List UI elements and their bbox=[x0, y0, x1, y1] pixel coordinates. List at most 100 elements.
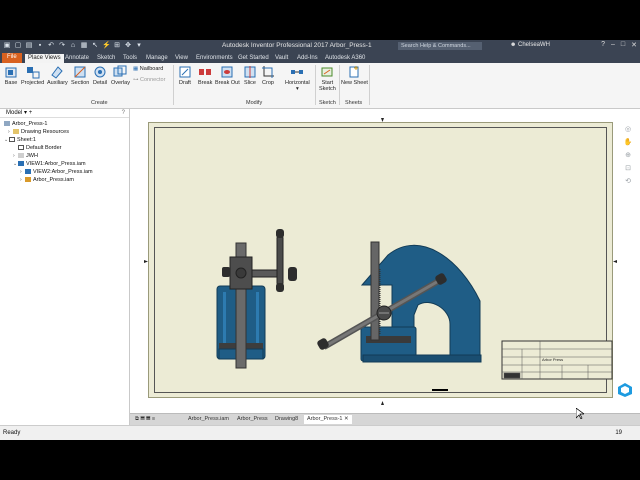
front-view[interactable] bbox=[316, 241, 482, 391]
crop-label: Crop bbox=[262, 80, 274, 86]
tree-item-assembly[interactable]: › Arbor_Press.iam bbox=[20, 177, 74, 184]
tree-item-drawing-resources[interactable]: › Drawing Resources bbox=[8, 129, 69, 136]
print-icon[interactable]: ▦ bbox=[80, 42, 88, 50]
tab-file[interactable]: File bbox=[2, 53, 22, 63]
user-account[interactable]: ☻ ChelseaWH bbox=[510, 42, 550, 48]
tree-item-label: Drawing Resources bbox=[21, 129, 69, 135]
search-commands-field[interactable]: Search Help & Commands... bbox=[398, 42, 482, 50]
slice-button[interactable]: Slice bbox=[243, 65, 257, 86]
maximize-icon[interactable]: □ bbox=[621, 41, 625, 49]
group-divider bbox=[369, 65, 370, 105]
tree-item-default-border[interactable]: Default Border bbox=[13, 145, 61, 152]
tab-annotate[interactable]: Annotate bbox=[62, 54, 92, 63]
a360-cloud-icon[interactable] bbox=[617, 382, 633, 398]
tile-windows-icon[interactable]: ⧉ ▤ ▦ ≡ bbox=[132, 415, 158, 424]
tree-item-sheet[interactable]: ⌄ Sheet:1 bbox=[4, 137, 36, 144]
browser-header-dropdown-icon[interactable]: ▾ + bbox=[22, 110, 32, 116]
tab-place-views[interactable]: Place Views bbox=[25, 54, 64, 63]
tree-item-label: Arbor_Press.iam bbox=[33, 177, 74, 183]
crop-icon bbox=[262, 66, 274, 78]
section-view-button[interactable]: Section bbox=[71, 65, 89, 86]
update-icon[interactable]: ⚡ bbox=[102, 42, 111, 50]
tree-item-view1[interactable]: ⌄ VIEW1:Arbor_Press.iam bbox=[13, 161, 86, 168]
tree-root[interactable]: Arbor_Press-1 bbox=[4, 121, 47, 128]
app-menu-icon[interactable]: ▣ bbox=[3, 42, 11, 50]
user-name: ChelseaWH bbox=[517, 42, 550, 48]
tab-vault[interactable]: Vault bbox=[272, 54, 291, 63]
status-count: 19 bbox=[615, 430, 622, 436]
break-label: Break bbox=[198, 80, 213, 86]
sketch-group-label: Sketch bbox=[319, 100, 336, 106]
draft-view-button[interactable]: Draft bbox=[178, 65, 192, 86]
start-sketch-icon bbox=[321, 67, 333, 77]
doc-tab-arbor-press-iam[interactable]: Arbor_Press.iam bbox=[185, 415, 232, 424]
tab-tools[interactable]: Tools bbox=[120, 54, 140, 63]
pan-icon[interactable]: ✋ bbox=[623, 138, 633, 148]
undo-icon[interactable]: ↶ bbox=[47, 42, 55, 50]
doc-tab-arbor-press[interactable]: Arbor_Press bbox=[234, 415, 271, 424]
title-block-part-name: Arbor Press bbox=[542, 357, 563, 362]
folder-icon bbox=[13, 129, 19, 135]
horizontal-dropdown-icon: ▾ bbox=[296, 86, 299, 92]
tab-sketch[interactable]: Sketch bbox=[94, 54, 118, 63]
tree-item-title-block[interactable]: › JWH bbox=[13, 153, 38, 160]
save-icon[interactable]: ▪ bbox=[36, 42, 44, 50]
close-icon[interactable]: ✕ bbox=[631, 41, 637, 49]
tab-view[interactable]: View bbox=[172, 54, 191, 63]
open-icon[interactable]: ▤ bbox=[25, 42, 33, 50]
connector-button[interactable]: ⊶ Connector bbox=[133, 77, 165, 83]
overlay-view-icon bbox=[113, 65, 127, 77]
app-title: Autodesk Inventor Professional 2017 Arbo… bbox=[222, 42, 372, 49]
minimize-icon[interactable]: – bbox=[611, 41, 615, 49]
zoom-icon[interactable]: ⊕ bbox=[623, 151, 633, 161]
tab-environments[interactable]: Environments bbox=[193, 54, 236, 63]
ribbon-tabs: File Place Views Annotate Sketch Tools M… bbox=[0, 53, 640, 63]
tree-item-view2[interactable]: › VIEW2:Arbor_Press.iam bbox=[20, 169, 93, 176]
zoom-window-icon[interactable]: ⊡ bbox=[623, 164, 633, 174]
steering-wheel-icon[interactable]: ◎ bbox=[623, 125, 633, 135]
new-icon[interactable]: ▢ bbox=[14, 42, 22, 50]
doc-tab-drawing8[interactable]: Drawing8 bbox=[272, 415, 301, 424]
view-icon bbox=[18, 161, 24, 167]
new-sheet-icon bbox=[349, 66, 359, 78]
projected-view-button[interactable]: Projected bbox=[21, 65, 44, 86]
tab-manage[interactable]: Manage bbox=[143, 54, 171, 63]
status-bar: Ready 19 bbox=[0, 425, 640, 440]
break-out-button[interactable]: Break Out bbox=[215, 65, 240, 86]
tab-get-started[interactable]: Get Started bbox=[235, 54, 272, 63]
break-out-icon bbox=[221, 66, 233, 78]
crop-button[interactable]: Crop bbox=[261, 65, 275, 86]
orbit-icon[interactable]: ⟲ bbox=[623, 177, 633, 187]
title-bar: ▣ ▢ ▤ ▪ ↶ ↷ ⌂ ▦ ↖ ⚡ ⊞ ✥ ▾ Autodesk Inven… bbox=[0, 40, 640, 53]
quick-access-toolbar: ▣ ▢ ▤ ▪ ↶ ↷ ⌂ ▦ ↖ ⚡ ⊞ ✥ ▾ bbox=[3, 42, 143, 50]
doc-tab-arbor-press-1[interactable]: Arbor_Press-1 ✕ bbox=[304, 415, 352, 424]
side-view[interactable] bbox=[216, 229, 297, 369]
browser-help-icon[interactable]: ? bbox=[122, 109, 125, 117]
select-icon[interactable]: ↖ bbox=[91, 42, 99, 50]
overlay-view-button[interactable]: Overlay bbox=[111, 65, 130, 86]
window-controls: ? – □ ✕ bbox=[601, 41, 637, 49]
more-icon[interactable]: ▾ bbox=[135, 42, 143, 50]
auxiliary-view-button[interactable]: Auxiliary bbox=[47, 65, 68, 86]
detail-view-button[interactable]: Detail bbox=[93, 65, 107, 86]
base-view-label: Base bbox=[4, 80, 18, 86]
nailboard-button[interactable]: ▦ Nailboard bbox=[133, 66, 163, 72]
home-icon[interactable]: ⌂ bbox=[69, 42, 77, 50]
tab-add-ins[interactable]: Add-Ins bbox=[294, 54, 321, 63]
base-view-button[interactable]: Base bbox=[4, 65, 18, 86]
tab-autodesk-a360[interactable]: Autodesk A360 bbox=[322, 54, 368, 63]
horizontal-button[interactable]: Horizontal ▾ bbox=[285, 65, 310, 92]
break-button[interactable]: Break bbox=[198, 65, 212, 86]
create-group-label: Create bbox=[91, 100, 108, 106]
draft-view-label: Draft bbox=[179, 80, 191, 86]
new-sheet-button[interactable]: New Sheet bbox=[341, 65, 368, 86]
help-icon[interactable]: ? bbox=[601, 41, 605, 49]
move-icon[interactable]: ✥ bbox=[124, 42, 132, 50]
user-icon: ☻ bbox=[510, 42, 518, 48]
redo-icon[interactable]: ↷ bbox=[58, 42, 66, 50]
start-sketch-button[interactable]: Start Sketch bbox=[319, 65, 336, 92]
measure-icon[interactable]: ⊞ bbox=[113, 42, 121, 50]
inventor-window: ▣ ▢ ▤ ▪ ↶ ↷ ⌂ ▦ ↖ ⚡ ⊞ ✥ ▾ Autodesk Inven… bbox=[0, 40, 640, 440]
drawing-canvas[interactable]: Arbor Press ◎ ✋ ⊕ ⊡ ⟲ bbox=[130, 109, 640, 413]
close-tab-icon[interactable]: ✕ bbox=[344, 416, 349, 422]
